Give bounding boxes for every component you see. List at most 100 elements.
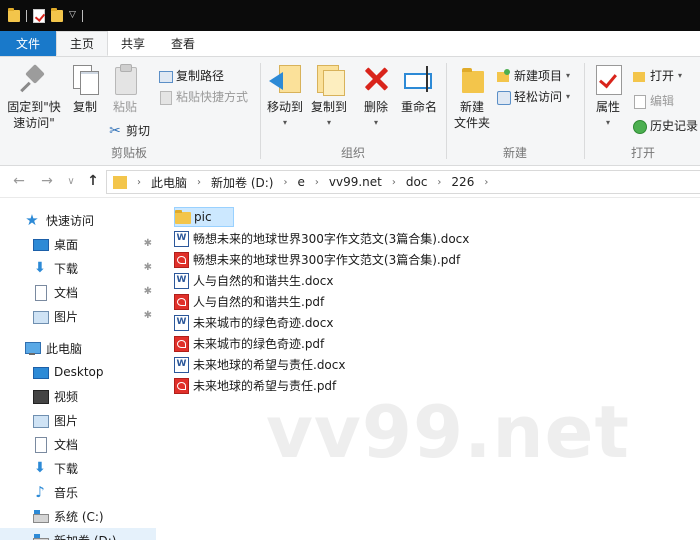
file-name: 未来城市的绿色奇迹.docx: [193, 315, 334, 330]
list-item[interactable]: 未来地球的希望与责任.docx: [174, 354, 345, 374]
word-document-icon: [174, 314, 189, 331]
list-item[interactable]: 人与自然的和谐共生.docx: [174, 270, 333, 290]
breadcrumb-separator-icon[interactable]: ›: [197, 177, 201, 188]
paste-icon: [109, 63, 141, 95]
tab-share[interactable]: 共享: [108, 31, 158, 56]
list-item[interactable]: 畅想未来的地球世界300字作文范文(3篇合集).docx: [174, 228, 469, 248]
pin-icon: ✱: [143, 286, 152, 297]
recent-locations-button[interactable]: ∨: [62, 176, 80, 187]
cut-button[interactable]: ✂ 剪切: [108, 122, 150, 139]
ribbon-separator: [446, 63, 447, 159]
sidebar-item-new-volume-d[interactable]: 新加卷 (D:): [0, 528, 156, 540]
list-item[interactable]: 人与自然的和谐共生.pdf: [174, 291, 324, 311]
rename-button[interactable]: 重命名: [398, 63, 440, 115]
list-item[interactable]: 未来城市的绿色奇迹.pdf: [174, 333, 324, 353]
edit-button[interactable]: 编辑: [632, 92, 674, 109]
navigation-pane: ★ 快速访问 桌面 ✱ ⬇ 下载 ✱ 文档 ✱ 图片 ✱ 此电脑 Desktop…: [0, 198, 156, 540]
sidebar-item-quick-access[interactable]: ★ 快速访问: [0, 208, 156, 232]
sidebar-item-label: 下载: [54, 261, 79, 276]
up-button[interactable]: ↑: [84, 173, 102, 189]
sidebar-item-label: 音乐: [54, 485, 79, 500]
open-button[interactable]: 打开 ▾: [632, 67, 682, 84]
copy-to-button[interactable]: 复制到 ▾: [308, 63, 350, 131]
properties-button[interactable]: 属性 ▾: [590, 63, 626, 131]
pin-label-line1: 固定到"快: [7, 100, 61, 114]
breadcrumb-separator-icon[interactable]: ›: [137, 177, 141, 188]
sidebar-item-label: 快速访问: [46, 213, 95, 228]
history-label: 历史记录: [650, 119, 699, 133]
breadcrumb-separator-icon[interactable]: ›: [484, 177, 488, 188]
copy-button[interactable]: 复制: [68, 63, 102, 115]
ribbon-separator: [260, 63, 261, 159]
sidebar-item-desktop-pc[interactable]: Desktop: [0, 360, 156, 384]
ribbon: 固定到"快 速访问" 复制 粘贴 复制路径 粘贴快捷方式 ✂ 剪切 剪贴板 移动: [0, 56, 700, 166]
breadcrumb-item[interactable]: 226: [451, 175, 474, 189]
forward-button[interactable]: →: [38, 173, 56, 189]
new-folder-button[interactable]: 新建 文件夹: [450, 63, 494, 131]
organize-group-label: 组织: [340, 146, 365, 160]
sidebar-item-videos[interactable]: 视频: [0, 384, 156, 408]
back-button[interactable]: ←: [10, 173, 28, 189]
properties-check-icon[interactable]: [33, 8, 45, 23]
document-icon: [32, 284, 48, 301]
list-item[interactable]: 未来城市的绿色奇迹.docx: [174, 312, 333, 332]
file-name: 未来城市的绿色奇迹.pdf: [193, 336, 325, 351]
sidebar-item-documents-pc[interactable]: 文档: [0, 432, 156, 456]
folder-icon: [113, 175, 127, 189]
breadcrumb-item[interactable]: e: [297, 175, 304, 189]
paste-button[interactable]: 粘贴: [108, 63, 142, 115]
easy-access-button[interactable]: 轻松访问 ▾: [496, 88, 570, 105]
sidebar-item-documents[interactable]: 文档 ✱: [0, 280, 156, 304]
sidebar-item-system-c[interactable]: 系统 (C:): [0, 504, 156, 528]
sidebar-item-label: 图片: [54, 309, 79, 324]
tab-file[interactable]: 文件: [0, 31, 57, 56]
breadcrumb-separator-icon[interactable]: ›: [437, 177, 441, 188]
paste-shortcut-button[interactable]: 粘贴快捷方式: [158, 88, 248, 105]
move-to-icon: [269, 63, 301, 95]
breadcrumb-item[interactable]: doc: [406, 175, 428, 189]
tab-home[interactable]: 主页: [56, 31, 109, 56]
sidebar-item-desktop[interactable]: 桌面 ✱: [0, 232, 156, 256]
pin-icon: ✱: [143, 310, 152, 321]
pin-to-quick-access-button[interactable]: 固定到"快 速访问": [4, 63, 64, 131]
new-folder-icon[interactable]: [51, 7, 63, 22]
breadcrumb-separator-icon[interactable]: ›: [283, 177, 287, 188]
list-item[interactable]: pic: [174, 207, 234, 227]
sidebar-item-downloads[interactable]: ⬇ 下载 ✱: [0, 256, 156, 280]
history-button[interactable]: 历史记录: [632, 117, 698, 134]
breadcrumb-item[interactable]: 此电脑: [151, 174, 187, 191]
copy-icon: [69, 63, 101, 95]
breadcrumb-item[interactable]: vv99.net: [329, 175, 382, 189]
breadcrumb-separator-icon[interactable]: ›: [392, 177, 396, 188]
breadcrumb-item[interactable]: 新加卷 (D:): [211, 174, 273, 191]
customize-dropdown-icon[interactable]: ▽: [69, 11, 76, 20]
delete-button[interactable]: 删除 ▾: [360, 63, 392, 131]
copy-path-button[interactable]: 复制路径: [158, 67, 224, 84]
desktop-icon: [32, 364, 49, 380]
chevron-down-icon: ▾: [373, 118, 378, 127]
rename-label: 重命名: [400, 100, 437, 114]
computer-icon: [24, 340, 41, 356]
new-folder-label-line2: 文件夹: [453, 116, 490, 130]
chevron-down-icon: ▾: [326, 118, 331, 127]
easy-access-label: 轻松访问: [514, 90, 563, 104]
edit-icon: [632, 94, 646, 109]
move-to-button[interactable]: 移动到 ▾: [264, 63, 306, 131]
clipboard-group-label: 剪贴板: [110, 146, 147, 160]
breadcrumb-separator-icon[interactable]: ›: [315, 177, 319, 188]
sidebar-item-music[interactable]: ♪ 音乐: [0, 480, 156, 504]
chevron-down-icon: ▾: [566, 92, 571, 101]
pdf-icon: [174, 377, 189, 394]
sidebar-item-pictures[interactable]: 图片 ✱: [0, 304, 156, 328]
address-bar[interactable]: › 此电脑 › 新加卷 (D:) › e › vv99.net › doc › …: [106, 170, 700, 194]
sidebar-item-pictures-pc[interactable]: 图片: [0, 408, 156, 432]
list-item[interactable]: 畅想未来的地球世界300字作文范文(3篇合集).pdf: [174, 249, 460, 269]
sidebar-item-downloads-pc[interactable]: ⬇ 下载: [0, 456, 156, 480]
sidebar-item-this-pc[interactable]: 此电脑: [0, 336, 156, 360]
move-to-label: 移动到: [266, 100, 303, 114]
sidebar-item-label: 桌面: [54, 237, 79, 252]
properties-label: 属性: [595, 100, 620, 114]
tab-view[interactable]: 查看: [158, 31, 208, 56]
new-item-label: 新建项目: [514, 69, 563, 83]
new-item-button[interactable]: 新建项目 ▾: [496, 67, 570, 84]
